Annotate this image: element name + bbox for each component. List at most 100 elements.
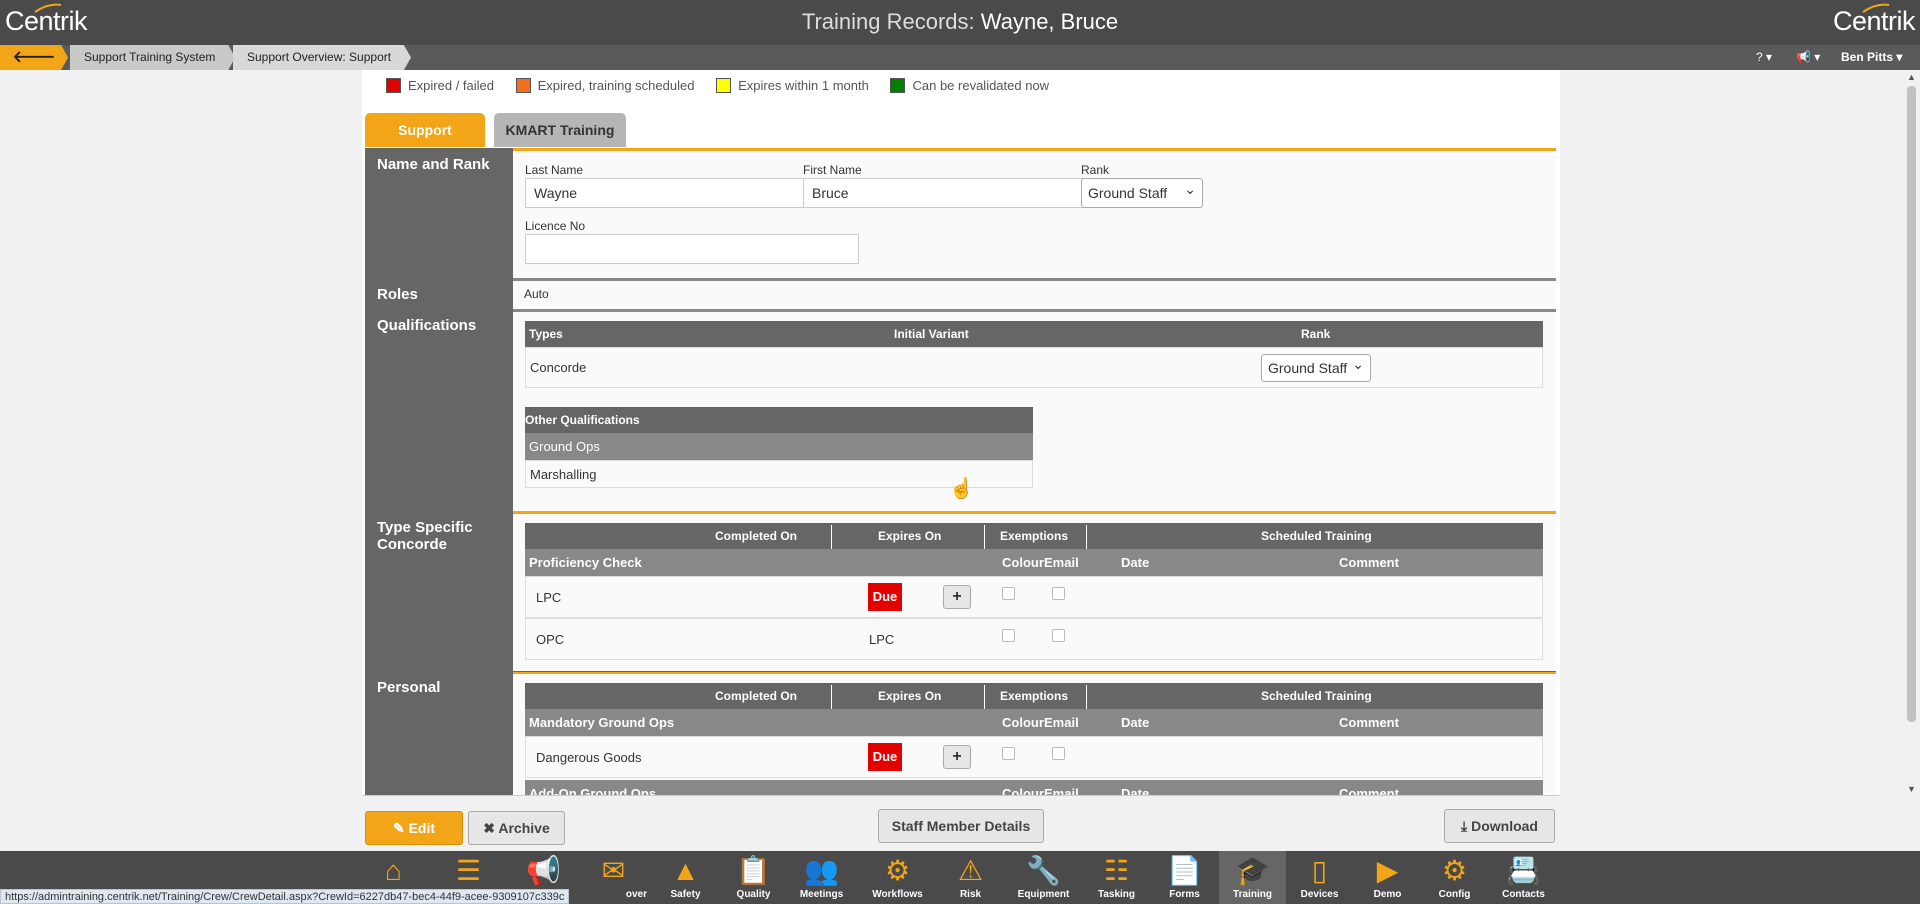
people-icon: 👥: [804, 855, 839, 886]
yellow-swatch: [716, 78, 732, 93]
breadcrumb: 🡐 Support Training System Support Overvi…: [0, 45, 1920, 70]
col-divider: [984, 525, 985, 549]
nav-equipment[interactable]: 🔧 Equipment: [1010, 851, 1077, 904]
edit-icon: ✎: [392, 820, 409, 836]
licence-label: Licence No: [525, 219, 586, 233]
col-scheduled-training: Scheduled Training: [1261, 529, 1372, 543]
due-badge[interactable]: Due: [868, 583, 902, 611]
scrollbar[interactable]: ▲ ▼: [1903, 70, 1920, 796]
col-completed-on: Completed On: [715, 689, 798, 703]
last-name-label: Last Name: [525, 163, 584, 177]
legend-item-revalidate: Can be revalidated now: [890, 78, 1049, 93]
tab-kmart-training[interactable]: KMART Training: [494, 113, 626, 147]
col-divider: [831, 685, 832, 709]
page-title: Training Records: Wayne, Bruce: [0, 9, 1920, 35]
col-colour: Colour: [1002, 555, 1044, 570]
arrow-left-icon: 🡐: [12, 49, 56, 66]
rank-select[interactable]: Ground Staff: [1081, 175, 1203, 208]
user-name: Ben Pitts: [1841, 50, 1894, 64]
nav-risk[interactable]: ⚠ Risk: [937, 851, 1004, 904]
nav-config[interactable]: ⚙ Config: [1421, 851, 1488, 904]
colour-checkbox[interactable]: [1002, 587, 1015, 600]
col-rank: Rank: [1301, 327, 1331, 341]
table-row: OPC LPC: [525, 618, 1543, 660]
table-row: LPC Due +: [525, 576, 1543, 618]
col-colour: Colour: [1002, 715, 1044, 730]
other-qualification-item: Marshalling: [530, 467, 597, 482]
nav-tasking[interactable]: ☷ Tasking: [1083, 851, 1150, 904]
breadcrumb-item-training-system[interactable]: Support Training System: [70, 45, 235, 70]
section-label: Qualifications: [365, 309, 513, 511]
col-initial-variant: Initial Variant: [894, 327, 969, 341]
legend-item-expired: Expired / failed: [386, 78, 494, 93]
edit-button[interactable]: ✎ Edit: [365, 811, 463, 845]
section-body: Types Initial Variant Rank Concorde Grou…: [513, 312, 1556, 511]
due-badge[interactable]: Due: [868, 743, 902, 771]
scrollbar-thumb[interactable]: [1907, 86, 1916, 722]
section-type-specific: Type Specific Concorde Completed On Expi…: [365, 511, 1556, 671]
colour-checkbox[interactable]: [1002, 629, 1015, 642]
nav-workflows[interactable]: ⚙ Workflows: [864, 851, 931, 904]
add-training-button[interactable]: +: [943, 585, 971, 609]
status-legend: Expired / failed Expired, training sched…: [386, 78, 1067, 93]
col-date: Date: [1121, 555, 1150, 570]
red-swatch: [386, 78, 401, 93]
nav-forms[interactable]: 📄 Forms: [1151, 851, 1218, 904]
section-body: Last Name Wayne First Name Bruce Rank Gr…: [513, 151, 1556, 278]
legend-item-scheduled: Expired, training scheduled: [515, 78, 694, 93]
section-label: Roles: [365, 278, 513, 309]
breadcrumb-item-support-overview[interactable]: Support Overview: Support: [233, 45, 411, 70]
email-checkbox[interactable]: [1052, 629, 1065, 642]
col-scheduled-training: Scheduled Training: [1261, 689, 1372, 703]
green-swatch: [890, 78, 906, 93]
tablet-icon: ▯: [1311, 855, 1328, 886]
wrench-icon: 🔧: [1026, 855, 1061, 886]
nav-devices[interactable]: ▯ Devices: [1286, 851, 1353, 904]
workflow-icon: ⚙: [884, 855, 911, 886]
scroll-down-icon[interactable]: ▼: [1907, 784, 1916, 794]
nav-meetings[interactable]: 👥 Meetings: [788, 851, 855, 904]
archive-button[interactable]: ✖ Archive: [468, 811, 565, 845]
warning-icon: ⚠: [957, 855, 984, 886]
roles-value: Auto: [524, 287, 549, 301]
qualification-rank-select[interactable]: Ground Staff: [1261, 351, 1371, 382]
nav-demo[interactable]: ▶ Demo: [1354, 851, 1421, 904]
announcements-menu[interactable]: 📢 ▾: [1796, 45, 1820, 70]
licence-field[interactable]: [525, 234, 859, 264]
back-button[interactable]: 🡐: [0, 45, 68, 70]
group-add-on-ground-ops: Add-On Ground Ops: [529, 786, 657, 796]
download-icon: ⤓: [1461, 818, 1472, 834]
email-checkbox[interactable]: [1052, 747, 1065, 760]
section-label: Type Specific Concorde: [365, 511, 513, 671]
tab-support[interactable]: Support: [365, 113, 485, 147]
scroll-up-icon[interactable]: ▲: [1907, 72, 1916, 82]
section-roles: Roles Auto: [365, 278, 1556, 309]
type-specific-header: Completed On Expires On Exemptions Sched…: [525, 523, 1543, 549]
mail-icon: ✉: [601, 855, 626, 886]
home-icon: ⌂: [385, 855, 402, 886]
nav-handover[interactable]: ✉ over: [580, 851, 647, 904]
email-checkbox[interactable]: [1052, 587, 1065, 600]
nav-safety[interactable]: ▲ Safety: [652, 851, 719, 904]
megaphone-icon: 📢 ▾: [1796, 50, 1821, 64]
add-training-button[interactable]: +: [943, 745, 971, 769]
question-icon: ? ▾: [1756, 50, 1773, 64]
mandatory-ground-ops-header: Mandatory Ground Ops Colour Email Date C…: [525, 709, 1543, 736]
staff-member-details-button[interactable]: Staff Member Details: [878, 809, 1044, 843]
add-on-ground-ops-header: Add-On Ground Ops Colour Email Date Comm…: [525, 780, 1543, 796]
user-menu[interactable]: Ben Pitts ▾: [1841, 45, 1902, 70]
main-panel: Expired / failed Expired, training sched…: [362, 70, 1560, 796]
nav-training[interactable]: 🎓 Training: [1219, 851, 1286, 904]
section-body: Completed On Expires On Exemptions Sched…: [513, 674, 1556, 796]
layers-icon: ☰: [455, 855, 482, 886]
forms-icon: 📄: [1167, 855, 1202, 886]
help-menu[interactable]: ? ▾: [1756, 45, 1772, 70]
megaphone-icon: 📢: [526, 855, 561, 886]
nav-quality[interactable]: 📋 Quality: [720, 851, 787, 904]
table-row: Dangerous Goods Due +: [525, 736, 1543, 778]
colour-checkbox[interactable]: [1002, 747, 1015, 760]
nav-contacts[interactable]: 📇 Contacts: [1490, 851, 1557, 904]
section-personal: Personal Completed On Expires On Exempti…: [365, 671, 1556, 796]
col-expires-on: Expires On: [878, 689, 942, 703]
download-button[interactable]: ⤓ Download: [1444, 809, 1555, 843]
